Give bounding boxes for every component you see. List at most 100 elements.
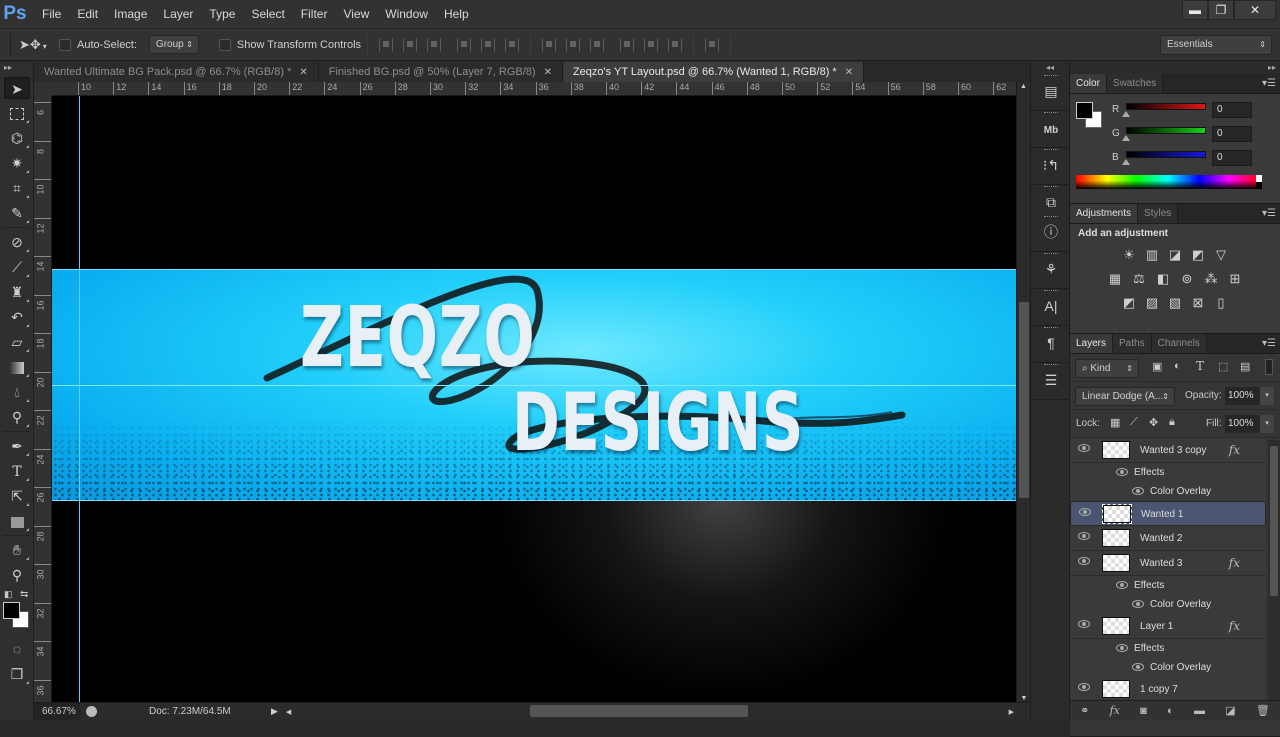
threshold-icon[interactable]: ▧ [1167, 295, 1183, 311]
move-tool[interactable]: ➤ [4, 77, 30, 99]
distribute-horizontal-centers-icon[interactable] [644, 37, 659, 52]
show-transform-checkbox[interactable] [218, 38, 231, 51]
delete-layer-icon[interactable]: 🗑︎ [1256, 704, 1270, 717]
effect-item-row[interactable]: Color Overlay [1070, 595, 1266, 614]
exposure-icon[interactable]: ◩ [1190, 247, 1206, 263]
healing-brush-tool[interactable]: ⊘ [4, 231, 30, 253]
align-top-edges-icon[interactable] [379, 37, 394, 52]
new-group-icon[interactable]: ▬ [1194, 705, 1205, 717]
green-value-input[interactable]: 0 [1212, 126, 1252, 142]
layer-filter-kind-dropdown[interactable]: ⌕ Kind ⇕ [1075, 359, 1139, 378]
hue-saturation-icon[interactable]: ▦ [1107, 271, 1123, 287]
align-horizontal-centers-icon[interactable] [481, 37, 496, 52]
vertical-ruler[interactable]: 6 8 10 12 14 16 18 20 22 24 26 28 30 32 34 36 [34, 96, 52, 702]
zoom-tool[interactable]: ⚲ [4, 564, 30, 586]
gradient-map-icon[interactable]: ▯ [1213, 295, 1229, 311]
color-lookup-icon[interactable]: ⊞ [1227, 271, 1243, 287]
distribute-vertical-centers-icon[interactable] [566, 37, 581, 52]
document-canvas[interactable]: ZEQZO DESIGNS [52, 96, 1016, 702]
opacity-input[interactable]: 100% [1225, 387, 1260, 405]
photo-filter-icon[interactable]: ⊚ [1179, 271, 1195, 287]
workspace-switcher[interactable]: Essentials ⇕ [1160, 34, 1272, 55]
effects-eye-icon[interactable] [1116, 468, 1128, 476]
tab-color[interactable]: Color [1070, 74, 1107, 93]
auto-select-checkbox[interactable] [59, 38, 71, 51]
screen-mode-button[interactable]: ❐ [4, 663, 30, 685]
tool-presets-panel-button[interactable]: ☰ [1036, 364, 1066, 393]
opacity-slider-button[interactable]: ▾ [1260, 387, 1274, 405]
menu-image[interactable]: Image [106, 0, 155, 28]
align-vertical-centers-icon[interactable] [403, 37, 418, 52]
foreground-color-swatch[interactable] [3, 602, 20, 619]
posterize-icon[interactable]: ▨ [1144, 295, 1160, 311]
layer-effects-fx-icon[interactable]: fx [1229, 438, 1240, 463]
brush-tool[interactable]: ⟋ [4, 256, 30, 278]
new-adjustment-layer-icon[interactable]: ◐ [1167, 705, 1174, 717]
collapse-toolbar-icon[interactable]: ▸▸ [0, 62, 33, 74]
tab-layers[interactable]: Layers [1070, 334, 1114, 353]
clone-stamp-tool[interactable]: ♜ [4, 281, 30, 303]
black-white-icon[interactable]: ◧ [1155, 271, 1171, 287]
tab-paths[interactable]: Paths [1113, 334, 1152, 353]
effects-eye-icon[interactable] [1116, 581, 1128, 589]
eyedropper-tool[interactable]: ✎ [4, 202, 30, 224]
gradient-tool[interactable] [4, 356, 30, 378]
layer-effects-fx-icon[interactable]: fx [1229, 551, 1240, 576]
lasso-tool[interactable]: ⌬ [4, 127, 30, 149]
effect-item-row[interactable]: Color Overlay [1070, 482, 1266, 501]
align-bottom-edges-icon[interactable] [427, 37, 442, 52]
layer-row[interactable]: Wanted 3 fx [1070, 551, 1266, 576]
pen-tool[interactable]: ✒ [4, 435, 30, 457]
effect-eye-icon[interactable] [1132, 600, 1144, 608]
history-brush-tool[interactable]: ↶ [4, 306, 30, 328]
path-selection-tool[interactable]: ⇱ [4, 485, 30, 507]
brush-presets-panel-button[interactable]: ⚘ [1036, 253, 1066, 282]
scroll-up-arrow[interactable]: ▲ [1017, 82, 1030, 92]
effect-item-row[interactable]: Color Overlay [1070, 658, 1266, 677]
align-right-edges-icon[interactable] [505, 37, 520, 52]
menu-type[interactable]: Type [201, 0, 243, 28]
horizontal-guide[interactable] [52, 385, 1016, 386]
menu-edit[interactable]: Edit [69, 0, 106, 28]
collapse-panels-icon[interactable]: ▸▸ [1070, 62, 1280, 74]
status-menu-arrow[interactable]: ▶ [271, 706, 278, 717]
color-panel-menu-icon[interactable]: ▾☰ [1262, 74, 1276, 94]
menu-view[interactable]: View [335, 0, 377, 28]
effects-row[interactable]: Effects [1070, 576, 1266, 595]
vertical-guide[interactable] [79, 96, 80, 702]
effect-eye-icon[interactable] [1132, 663, 1144, 671]
adjustments-panel-menu-icon[interactable]: ▾☰ [1262, 204, 1276, 224]
tab-channels[interactable]: Channels [1151, 334, 1207, 353]
effects-row[interactable]: Effects [1070, 463, 1266, 482]
vertical-scrollbar[interactable]: ▲ ▼ [1016, 82, 1030, 702]
filter-adjustment-layers-icon[interactable]: ◐ [1174, 360, 1181, 372]
filter-shape-layers-icon[interactable]: ⬚ [1218, 360, 1228, 373]
eraser-tool[interactable]: ▱ [4, 331, 30, 353]
fill-slider-button[interactable]: ▾ [1260, 415, 1274, 433]
auto-select-target-dropdown[interactable]: Group ⇕ [148, 35, 199, 54]
close-tab-icon[interactable]: ✕ [544, 67, 552, 78]
dodge-tool[interactable]: ⚲ [4, 406, 30, 428]
status-info-icon[interactable] [86, 706, 97, 717]
timeline-panel-button[interactable]: ▤ [1036, 75, 1066, 104]
visibility-eye-icon[interactable] [1078, 444, 1090, 452]
layers-scroll-thumb[interactable] [1270, 446, 1278, 596]
distribute-right-edges-icon[interactable] [668, 37, 683, 52]
red-slider[interactable] [1126, 103, 1206, 110]
menu-filter[interactable]: Filter [293, 0, 336, 28]
menu-select[interactable]: Select [243, 0, 292, 28]
swap-colors-icon[interactable]: ⇆ [20, 589, 28, 600]
mini-bridge-panel-button[interactable]: Mb [1036, 112, 1066, 141]
history-panel-button[interactable]: ⁝↰ [1036, 149, 1066, 178]
vibrance-icon[interactable]: ▽ [1213, 247, 1229, 263]
visibility-eye-icon[interactable] [1078, 620, 1090, 628]
red-slider-thumb[interactable] [1122, 111, 1130, 117]
visibility-eye-icon[interactable] [1079, 508, 1091, 516]
green-slider-thumb[interactable] [1122, 135, 1130, 141]
layer-effects-fx-icon[interactable]: fx [1229, 614, 1240, 639]
vertical-scroll-thumb[interactable] [1019, 302, 1029, 498]
scroll-right-arrow[interactable]: ▶ [1009, 708, 1014, 716]
layer-row[interactable]: Layer 1 fx [1070, 614, 1266, 639]
scroll-left-arrow[interactable]: ◀ [286, 708, 291, 716]
collapse-dock-icon[interactable]: ◂◂ [1031, 62, 1069, 74]
